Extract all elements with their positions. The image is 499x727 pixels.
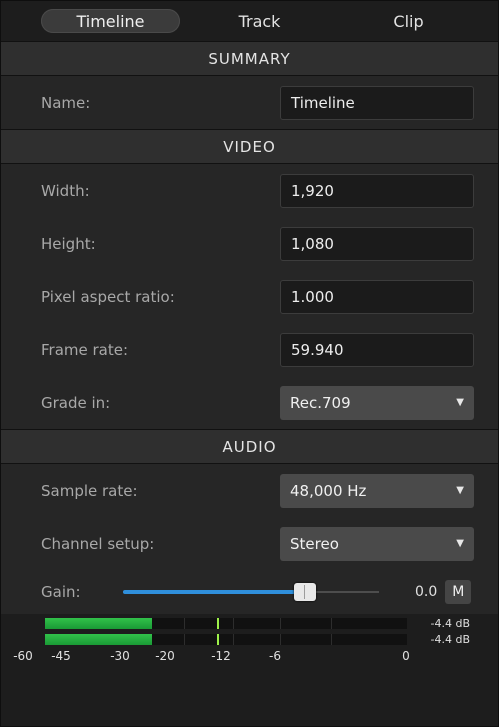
mute-button[interactable]: M: [445, 580, 472, 604]
audio-meters: -4.4 dB -4.4 dB -60 -45 -30 -20 -12 -6 0: [1, 614, 498, 668]
meter-scale-label: -30: [110, 649, 130, 663]
meter-scale-label: -60: [13, 649, 33, 663]
grade-row: Grade in: Rec.709 ▼: [41, 376, 474, 429]
grade-label: Grade in:: [41, 393, 111, 412]
meter-level-bar: [45, 634, 152, 645]
meter-peak-marker: [217, 618, 219, 629]
sample-rate-row: Sample rate: 48,000 Hz ▼: [41, 464, 474, 517]
meter-segment-tick: [280, 618, 281, 629]
width-label: Width:: [41, 181, 90, 200]
meter-scale-label: 0: [402, 649, 410, 663]
name-row: Name: Timeline: [41, 76, 474, 129]
channel-setup-select[interactable]: Stereo ▼: [280, 526, 474, 561]
meter-scale-label: -45: [51, 649, 71, 663]
meter-scale-label: -20: [155, 649, 175, 663]
pixel-aspect-label: Pixel aspect ratio:: [41, 287, 175, 306]
meter-db-label-right: -4.4 dB: [430, 633, 471, 646]
width-row: Width: 1,920: [41, 164, 474, 217]
meter-segment-tick: [331, 634, 332, 645]
meter-segment-tick: [331, 618, 332, 629]
gain-slider-thumb[interactable]: [294, 583, 316, 601]
meter-channel-left: [45, 618, 407, 629]
width-field[interactable]: 1,920: [280, 173, 474, 208]
sample-rate-label: Sample rate:: [41, 481, 138, 500]
frame-rate-row: Frame rate: 59.940: [41, 323, 474, 376]
frame-rate-field[interactable]: 59.940: [280, 332, 474, 367]
chevron-down-icon: ▼: [456, 538, 464, 549]
tab-bar: Timeline Track Clip: [1, 1, 498, 41]
meter-db-label-left: -4.4 dB: [430, 617, 471, 630]
height-row: Height: 1,080: [41, 217, 474, 270]
gain-label: Gain:: [41, 583, 81, 601]
name-field[interactable]: Timeline: [280, 85, 474, 120]
channel-setup-value: Stereo: [290, 534, 339, 553]
tab-clip[interactable]: Clip: [339, 9, 478, 33]
video-header[interactable]: VIDEO: [1, 129, 498, 164]
inspector-panel: Timeline Track Clip SUMMARY Name: Timeli…: [0, 0, 499, 727]
meter-segment-tick: [233, 618, 234, 629]
gain-slider-fill: [123, 590, 305, 594]
sample-rate-value: 48,000 Hz: [290, 481, 367, 500]
meter-segment-tick: [233, 634, 234, 645]
gain-row: Gain: 0.0 M: [41, 570, 474, 614]
frame-rate-label: Frame rate:: [41, 340, 129, 359]
height-label: Height:: [41, 234, 96, 253]
audio-section: Sample rate: 48,000 Hz ▼ Channel setup: …: [1, 464, 498, 614]
meter-peak-marker: [217, 634, 219, 645]
meter-scale-label: -6: [269, 649, 281, 663]
name-label: Name:: [41, 93, 91, 112]
summary-header[interactable]: SUMMARY: [1, 41, 498, 76]
chevron-down-icon: ▼: [456, 397, 464, 408]
meter-segment-tick: [184, 634, 185, 645]
channel-setup-label: Channel setup:: [41, 534, 155, 553]
meter-level-bar: [45, 618, 152, 629]
meter-scale-label: -12: [211, 649, 231, 663]
meter-segment-tick: [280, 634, 281, 645]
grade-select[interactable]: Rec.709 ▼: [280, 385, 474, 420]
chevron-down-icon: ▼: [456, 485, 464, 496]
tab-timeline[interactable]: Timeline: [41, 9, 180, 33]
tab-track[interactable]: Track: [190, 9, 329, 33]
audio-header[interactable]: AUDIO: [1, 429, 498, 464]
grade-select-value: Rec.709: [290, 393, 351, 412]
video-section: Width: 1,920 Height: 1,080 Pixel aspect …: [1, 164, 498, 429]
pixel-aspect-row: Pixel aspect ratio: 1.000: [41, 270, 474, 323]
gain-value: 0.0: [415, 584, 438, 600]
height-field[interactable]: 1,080: [280, 226, 474, 261]
channel-setup-row: Channel setup: Stereo ▼: [41, 517, 474, 570]
sample-rate-select[interactable]: 48,000 Hz ▼: [280, 473, 474, 508]
gain-slider[interactable]: [123, 582, 379, 602]
pixel-aspect-field[interactable]: 1.000: [280, 279, 474, 314]
summary-section: Name: Timeline: [1, 76, 498, 129]
meter-segment-tick: [184, 618, 185, 629]
meter-channel-right: [45, 634, 407, 645]
